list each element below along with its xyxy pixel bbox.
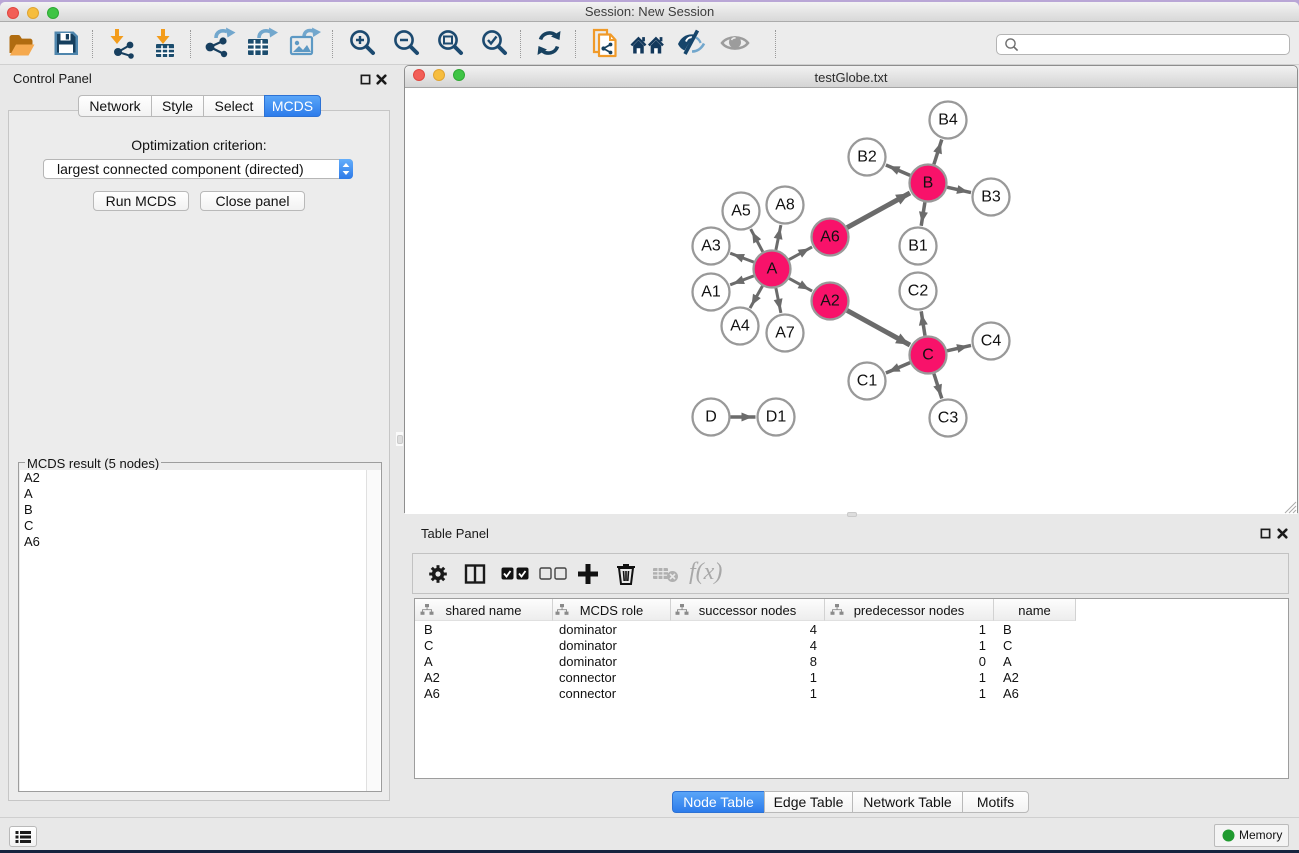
svg-text:A1: A1 — [701, 284, 721, 301]
svg-text:A2: A2 — [820, 293, 840, 310]
svg-text:B4: B4 — [938, 112, 958, 129]
svg-text:A4: A4 — [730, 318, 750, 335]
svg-text:D1: D1 — [766, 409, 787, 426]
svg-text:C1: C1 — [857, 373, 878, 390]
svg-text:A: A — [767, 261, 778, 278]
svg-text:C: C — [922, 347, 934, 364]
svg-text:D: D — [705, 409, 717, 426]
svg-text:C3: C3 — [938, 410, 959, 427]
svg-text:A3: A3 — [701, 238, 721, 255]
svg-text:B: B — [923, 175, 934, 192]
svg-text:A6: A6 — [820, 229, 840, 246]
svg-text:C2: C2 — [908, 283, 929, 300]
svg-text:C4: C4 — [981, 333, 1002, 350]
svg-text:A5: A5 — [731, 203, 751, 220]
svg-text:A8: A8 — [775, 197, 795, 214]
svg-text:B2: B2 — [857, 149, 877, 166]
svg-text:A7: A7 — [775, 325, 795, 342]
svg-text:B1: B1 — [908, 238, 928, 255]
svg-text:B3: B3 — [981, 189, 1001, 206]
